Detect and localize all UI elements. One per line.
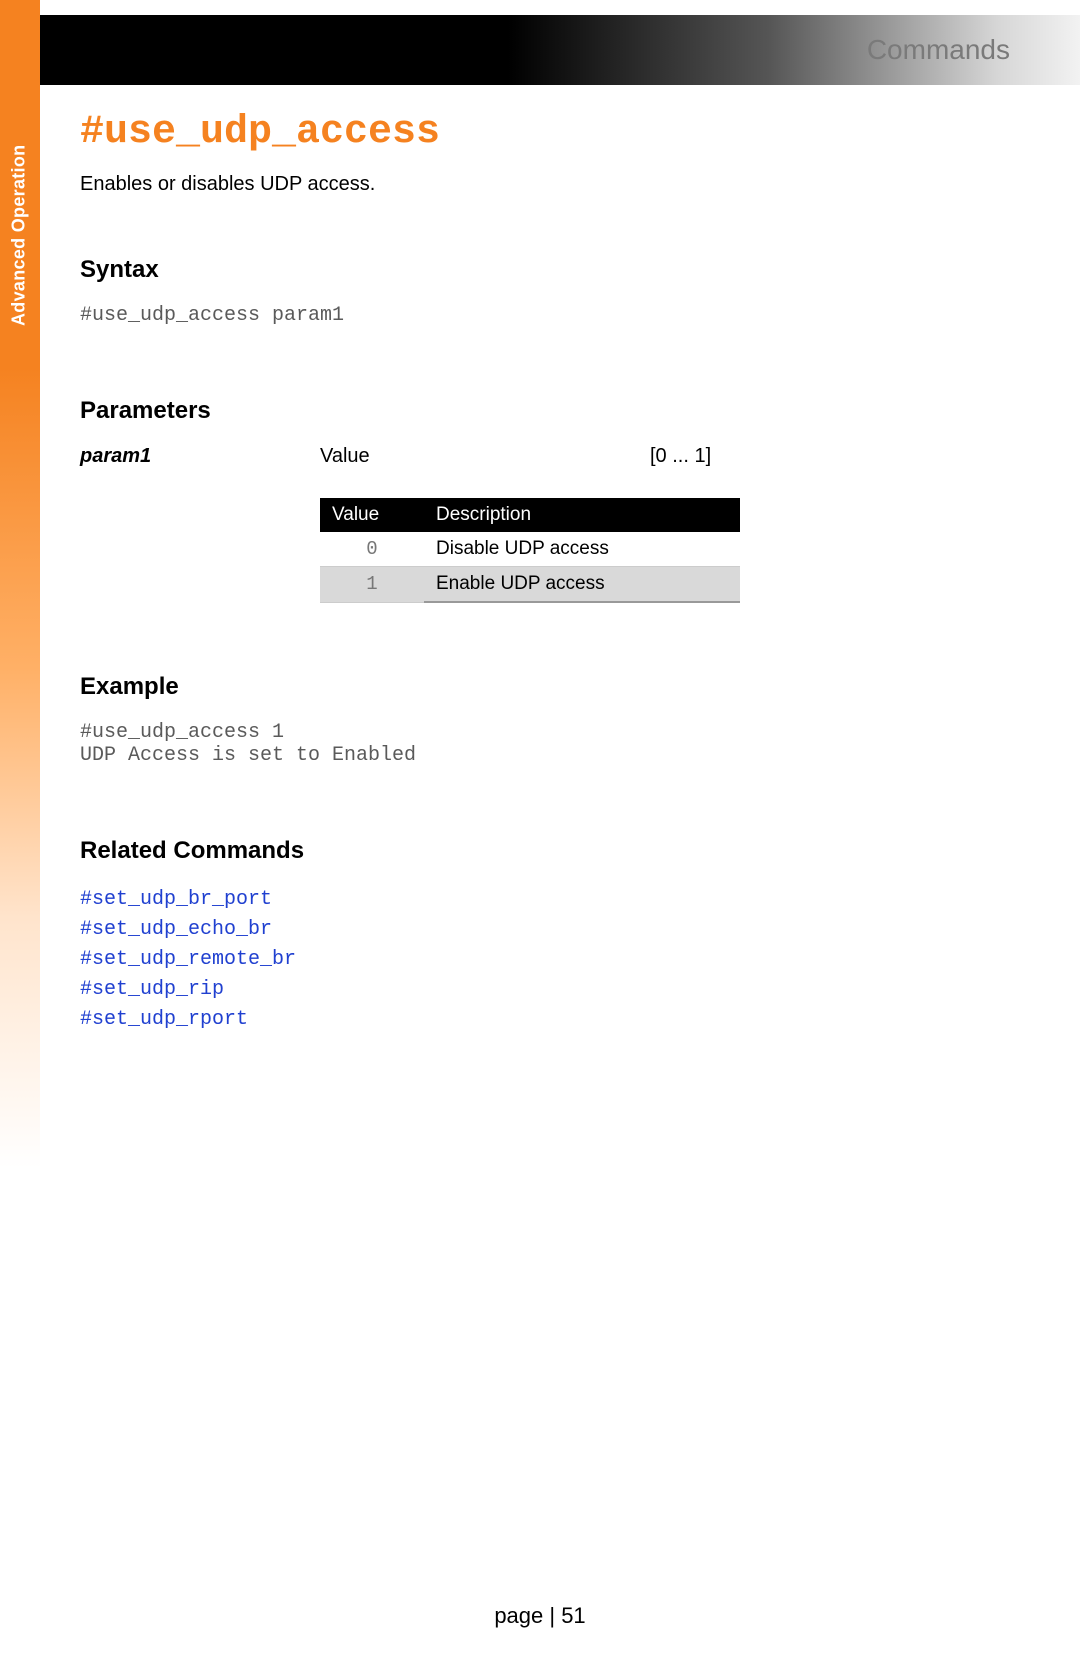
related-commands-list: #set_udp_br_port #set_udp_echo_br #set_u… [80, 885, 1000, 1035]
example-code: #use_udp_access 1 UDP Access is set to E… [80, 721, 1000, 767]
param-name: param1 [80, 445, 320, 468]
parameter-row: param1 Value [0 ... 1] [80, 445, 740, 468]
table-header-description: Description [424, 498, 740, 532]
related-command-link[interactable]: #set_udp_rport [80, 1008, 248, 1031]
table-cell-value: 1 [320, 567, 424, 603]
example-heading: Example [80, 673, 1000, 701]
table-row: 1 Enable UDP access [320, 567, 740, 603]
page-number: page | 51 [494, 1603, 585, 1628]
table-row: 0 Disable UDP access [320, 532, 740, 567]
related-command-link[interactable]: #set_udp_remote_br [80, 948, 296, 971]
related-heading: Related Commands [80, 837, 1000, 865]
command-title: #use_udp_access [80, 110, 1000, 155]
side-section-label: Advanced Operation [0, 115, 38, 355]
page-footer: page | 51 [0, 1603, 1080, 1629]
header-category: Commands [867, 34, 1010, 66]
content-area: #use_udp_access Enables or disables UDP … [80, 110, 1000, 1035]
param-range: [0 ... 1] [650, 445, 740, 468]
table-header-value: Value [320, 498, 424, 532]
related-command-link[interactable]: #set_udp_echo_br [80, 918, 272, 941]
related-command-link[interactable]: #set_udp_br_port [80, 888, 272, 911]
parameters-heading: Parameters [80, 397, 1000, 425]
parameter-value-table: Value Description 0 Disable UDP access 1… [320, 498, 740, 603]
param-type: Value [320, 445, 650, 468]
table-cell-desc: Enable UDP access [424, 567, 740, 603]
syntax-heading: Syntax [80, 256, 1000, 284]
header-band: Commands [40, 15, 1080, 85]
table-cell-value: 0 [320, 532, 424, 567]
table-cell-desc: Disable UDP access [424, 532, 740, 567]
related-command-link[interactable]: #set_udp_rip [80, 978, 224, 1001]
command-description: Enables or disables UDP access. [80, 173, 1000, 196]
syntax-code: #use_udp_access param1 [80, 304, 1000, 327]
